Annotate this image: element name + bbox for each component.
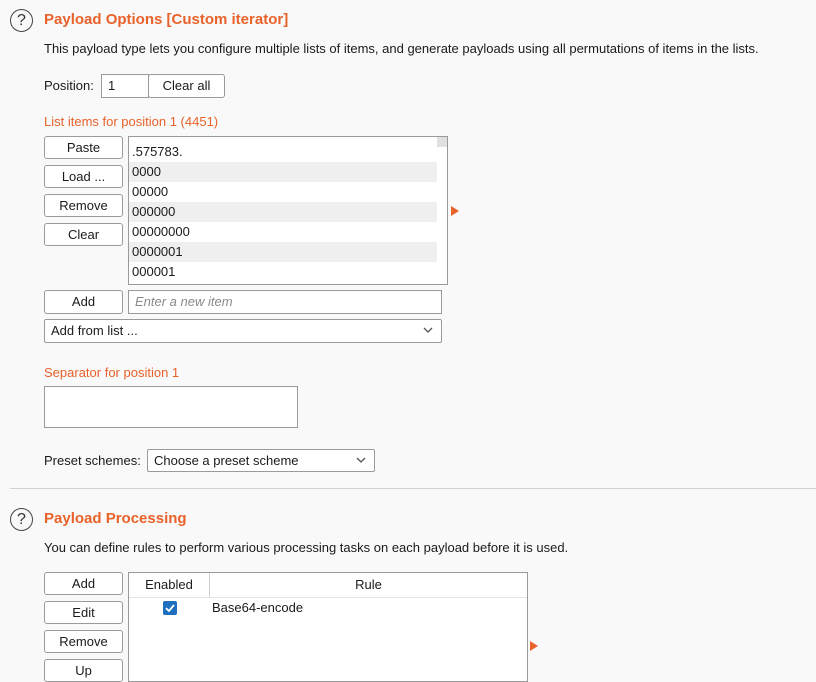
paste-button[interactable]: Paste: [44, 136, 123, 159]
column-header-rule[interactable]: Rule: [210, 573, 527, 597]
clear-button[interactable]: Clear: [44, 223, 123, 246]
position-field[interactable]: 1: [101, 74, 149, 98]
remove-button[interactable]: Remove: [44, 194, 123, 217]
up-rule-button[interactable]: Up: [44, 659, 123, 682]
position-label: Position:: [44, 78, 94, 93]
add-from-list-dropdown[interactable]: Add from list ...: [44, 319, 442, 343]
clear-all-button[interactable]: Clear all: [148, 74, 225, 98]
add-rule-button[interactable]: Add: [44, 572, 123, 595]
section-divider: [10, 488, 816, 489]
separator-textarea[interactable]: [44, 386, 298, 428]
chevron-down-icon: [423, 327, 433, 333]
list-item[interactable]: 000000: [129, 202, 437, 222]
add-item-button[interactable]: Add: [44, 290, 123, 314]
preset-schemes-label: Preset schemes:: [44, 453, 141, 468]
add-from-list-label: Add from list ...: [51, 323, 138, 338]
list-item[interactable]: 00000: [129, 182, 437, 202]
preset-schemes-dropdown[interactable]: Choose a preset scheme: [147, 449, 375, 472]
help-icon[interactable]: ?: [10, 508, 33, 531]
help-icon[interactable]: ?: [10, 9, 33, 32]
remove-rule-button[interactable]: Remove: [44, 630, 123, 653]
expand-arrow-icon[interactable]: [530, 641, 538, 651]
rule-enabled-checkbox[interactable]: [163, 601, 177, 615]
rule-name: Base64-encode: [212, 600, 304, 615]
new-item-input[interactable]: Enter a new item: [128, 290, 442, 314]
list-item[interactable]: 000001: [129, 262, 437, 282]
chevron-down-icon: [356, 457, 366, 463]
edit-rule-button[interactable]: Edit: [44, 601, 123, 624]
payload-processing-description: You can define rules to perform various …: [44, 540, 569, 555]
payload-options-description: This payload type lets you configure mul…: [44, 41, 759, 56]
separator-title: Separator for position 1: [44, 365, 180, 380]
rules-table[interactable]: Enabled Rule Base64-encode: [128, 572, 528, 682]
list-item[interactable]: 0000: [129, 162, 437, 182]
list-item[interactable]: 0000001: [129, 242, 437, 262]
list-items-title: List items for position 1 (4451): [44, 114, 219, 129]
list-item[interactable]: 00000000: [129, 222, 437, 242]
preset-schemes-value: Choose a preset scheme: [154, 453, 299, 468]
list-item[interactable]: .575783.: [129, 142, 437, 162]
payload-options-title: Payload Options [Custom iterator]: [44, 11, 289, 28]
table-row[interactable]: Base64-encode: [129, 598, 527, 618]
check-icon: [165, 604, 175, 613]
list-scrollbar[interactable]: [437, 137, 447, 147]
payload-processing-title: Payload Processing: [44, 510, 187, 527]
load-button[interactable]: Load ...: [44, 165, 123, 188]
expand-arrow-icon[interactable]: [451, 206, 459, 216]
payload-list[interactable]: .575783. 0000 00000 000000 00000000 0000…: [128, 136, 448, 285]
column-header-enabled[interactable]: Enabled: [129, 573, 210, 597]
